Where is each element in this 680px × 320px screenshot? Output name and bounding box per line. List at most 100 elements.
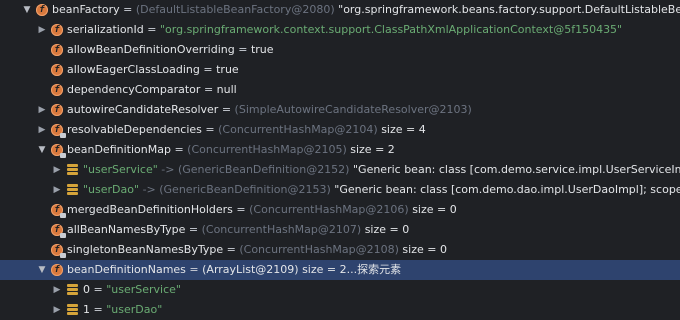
field-icon: [51, 240, 66, 260]
field-value: true: [216, 63, 239, 76]
field-icon: [51, 100, 63, 120]
item-index: 1: [83, 303, 90, 316]
chevron-right-icon[interactable]: ▶: [52, 300, 62, 320]
equals-sign: =: [236, 203, 246, 216]
equals-sign: =: [188, 223, 199, 236]
list-item-icon: [67, 284, 78, 296]
field-name: beanFactory: [52, 3, 120, 16]
field-icon: [36, 0, 48, 20]
tree-row-text: 0 = "userService": [83, 280, 181, 300]
entry-value: "Generic bean: class [com.demo.dao.impl.…: [334, 183, 680, 196]
entry-key: "userService": [83, 163, 158, 176]
equals-sign: =: [174, 143, 184, 156]
field-icon: [51, 200, 66, 220]
entry-type: -> (GenericBeanDefinition@2152): [161, 163, 350, 176]
field-value: true: [250, 43, 274, 56]
chevron-right-icon[interactable]: ▶: [52, 160, 62, 180]
tree-row-text: singletonBeanNamesByType = (ConcurrentHa…: [67, 240, 447, 260]
field-size: size = 0: [402, 243, 447, 256]
map-entry-icon: [67, 164, 78, 176]
field-name: allowEagerClassLoading: [67, 63, 200, 76]
field-name: beanDefinitionNames: [67, 263, 186, 276]
item-value: "userService": [106, 283, 181, 296]
tree-row-singleton-bean-names-by-type[interactable]: singletonBeanNamesByType = (ConcurrentHa…: [0, 240, 680, 260]
tree-row-bean-factory[interactable]: ▼ beanFactory = (DefaultListableBeanFact…: [0, 0, 680, 20]
field-icon: [51, 140, 66, 160]
entry-key: "userDao": [83, 183, 140, 196]
tree-row-text: serializationId = "org.springframework.c…: [67, 20, 622, 40]
field-type: (ConcurrentHashMap@2106): [249, 203, 409, 216]
field-icon: [51, 20, 63, 40]
tree-row-list-item-0[interactable]: ▶ 0 = "userService": [0, 280, 680, 300]
chevron-down-icon[interactable]: ▼: [37, 260, 47, 280]
field-name: resolvableDependencies: [67, 123, 202, 136]
field-name: autowireCandidateResolver: [67, 103, 219, 116]
tree-row-dependency-comparator[interactable]: dependencyComparator = null: [0, 80, 680, 100]
field-value: null: [216, 83, 237, 96]
item-value: "userDao": [106, 303, 163, 316]
explore-elements-link[interactable]: 探索元素: [357, 263, 401, 276]
field-icon: [51, 60, 63, 80]
tree-row-text: beanDefinitionMap = (ConcurrentHashMap@2…: [67, 140, 395, 160]
chevron-down-icon[interactable]: ▼: [22, 0, 32, 20]
field-type: (ConcurrentHashMap@2105): [187, 143, 347, 156]
field-type: (ConcurrentHashMap@2107): [201, 223, 362, 236]
tree-row-map-entry-user-service[interactable]: ▶ "userService" -> (GenericBeanDefinitio…: [0, 160, 680, 180]
field-size: size = 0: [364, 223, 410, 236]
field-type: (ConcurrentHashMap@2104): [218, 123, 378, 136]
tree-row-all-bean-names-by-type[interactable]: allBeanNamesByType = (ConcurrentHashMap@…: [0, 220, 680, 240]
chevron-right-icon[interactable]: ▶: [37, 20, 47, 40]
field-type: (ArrayList@2109): [202, 263, 299, 276]
tree-row-serialization-id[interactable]: ▶ serializationId = "org.springframework…: [0, 20, 680, 40]
tree-row-bean-definition-names[interactable]: ▼ beanDefinitionNames = (ArrayList@2109)…: [0, 260, 680, 280]
equals-sign: =: [93, 283, 103, 296]
tree-row-text: autowireCandidateResolver = (SimpleAutow…: [67, 100, 472, 120]
equals-sign: =: [203, 63, 213, 76]
chevron-right-icon[interactable]: ▶: [52, 280, 62, 300]
variables-tree: ▼ beanFactory = (DefaultListableBeanFact…: [0, 0, 680, 320]
field-value: "org.springframework.context.support.Cla…: [159, 23, 623, 36]
tree-row-autowire-candidate-resolver[interactable]: ▶ autowireCandidateResolver = (SimpleAut…: [0, 100, 680, 120]
field-size: size = 2: [350, 143, 395, 156]
tree-row-bean-definition-map[interactable]: ▼ beanDefinitionMap = (ConcurrentHashMap…: [0, 140, 680, 160]
field-type: (SimpleAutowireCandidateResolver@2103): [234, 103, 472, 116]
field-name: allBeanNamesByType: [67, 223, 186, 236]
field-icon: [51, 40, 63, 60]
map-entry-icon: [67, 184, 78, 196]
field-icon: [51, 80, 63, 100]
tree-row-text: "userService" -> (GenericBeanDefinition@…: [83, 160, 680, 180]
tree-row-list-item-1[interactable]: ▶ 1 = "userDao": [0, 300, 680, 320]
field-icon: [51, 120, 66, 140]
field-name: singletonBeanNamesByType: [67, 243, 224, 256]
field-name: beanDefinitionMap: [67, 143, 171, 156]
chevron-right-icon[interactable]: ▶: [37, 100, 47, 120]
tree-row-text: allowEagerClassLoading = true: [67, 60, 239, 80]
tree-row-allow-bean-definition-overriding[interactable]: allowBeanDefinitionOverriding = true: [0, 40, 680, 60]
field-value: "org.springframework.beans.factory.suppo…: [338, 3, 680, 16]
field-size: size = 0: [412, 203, 457, 216]
tree-row-text: dependencyComparator = null: [67, 80, 237, 100]
field-type: (ConcurrentHashMap@2108): [239, 243, 399, 256]
tree-row-merged-bean-definition-holders[interactable]: mergedBeanDefinitionHolders = (Concurren…: [0, 200, 680, 220]
field-icon: [51, 220, 66, 240]
field-size: size = 2...: [302, 263, 358, 276]
chevron-right-icon[interactable]: ▶: [37, 120, 47, 140]
field-icon: [51, 260, 63, 280]
equals-sign: =: [238, 43, 248, 56]
entry-type: -> (GenericBeanDefinition@2153): [142, 183, 331, 196]
field-name: serializationId: [67, 23, 144, 36]
equals-sign: =: [147, 23, 157, 36]
tree-row-text: allBeanNamesByType = (ConcurrentHashMap@…: [67, 220, 409, 240]
chevron-down-icon[interactable]: ▼: [37, 140, 47, 160]
tree-row-map-entry-user-dao[interactable]: ▶ "userDao" -> (GenericBeanDefinition@21…: [0, 180, 680, 200]
equals-sign: =: [205, 123, 215, 136]
equals-sign: =: [221, 103, 232, 116]
tree-row-allow-eager-class-loading[interactable]: allowEagerClassLoading = true: [0, 60, 680, 80]
chevron-right-icon[interactable]: ▶: [52, 180, 62, 200]
field-size: size = 4: [381, 123, 426, 136]
field-type: (DefaultListableBeanFactory@2080): [135, 3, 335, 16]
field-name: dependencyComparator: [67, 83, 201, 96]
tree-row-text: mergedBeanDefinitionHolders = (Concurren…: [67, 200, 457, 220]
tree-row-resolvable-dependencies[interactable]: ▶ resolvableDependencies = (ConcurrentHa…: [0, 120, 680, 140]
tree-row-text: allowBeanDefinitionOverriding = true: [67, 40, 274, 60]
